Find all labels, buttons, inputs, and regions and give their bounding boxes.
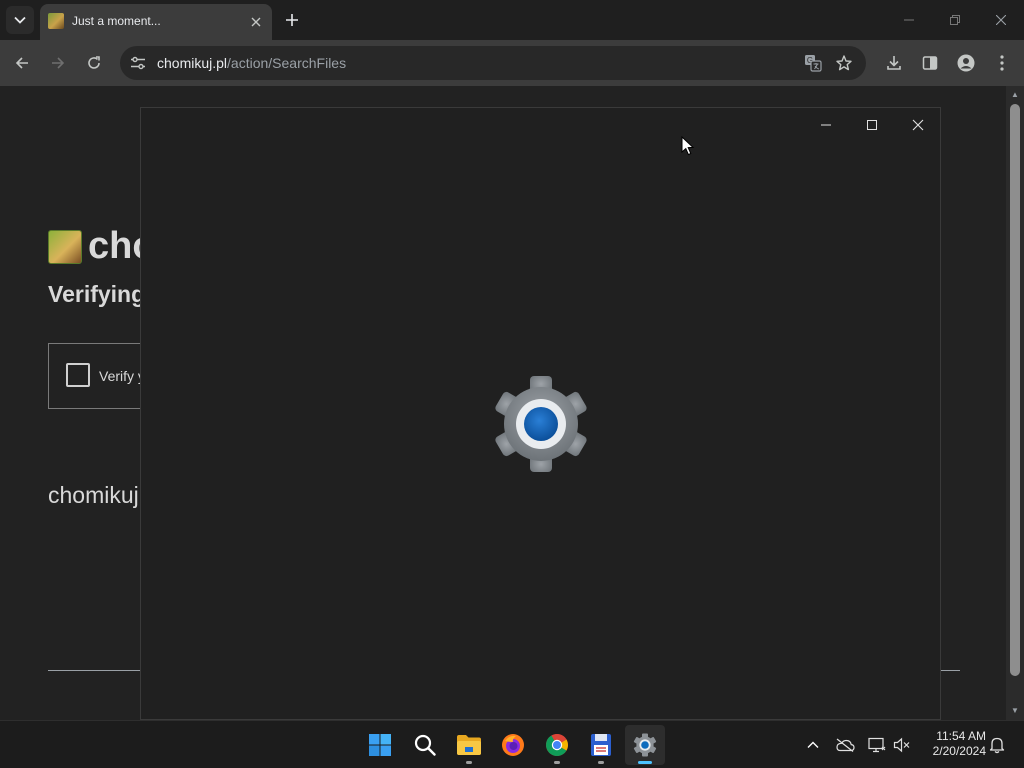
minimize-icon xyxy=(821,124,831,126)
page-domain-text: chomikuj xyxy=(48,482,139,508)
taskbar-settings[interactable] xyxy=(625,725,665,765)
scroll-thumb[interactable] xyxy=(1010,104,1020,676)
settings-close-button[interactable] xyxy=(895,108,941,142)
taskbar-chrome[interactable] xyxy=(537,725,577,765)
running-indicator xyxy=(466,761,472,764)
settings-minimize-button[interactable] xyxy=(803,108,849,142)
taskbar-clock[interactable]: 11:54 AM 2/20/2024 xyxy=(916,729,986,759)
browser-titlebar: Just a moment... xyxy=(0,0,1024,40)
show-hidden-icons-button[interactable] xyxy=(801,733,825,757)
chevron-up-icon xyxy=(807,741,819,748)
page-scrollbar[interactable]: ▲ ▼ xyxy=(1006,86,1024,720)
network-button[interactable] xyxy=(865,733,889,757)
clock-time: 11:54 AM xyxy=(936,729,986,743)
arrow-right-icon xyxy=(52,57,65,69)
taskbar-firefox[interactable] xyxy=(493,725,533,765)
captcha-label: Verify y xyxy=(99,368,145,384)
tune-icon xyxy=(131,56,145,70)
settings-gear-icon xyxy=(633,733,657,757)
settings-maximize-button[interactable] xyxy=(849,108,895,142)
taskbar-file-explorer[interactable] xyxy=(449,725,489,765)
settings-gear-icon xyxy=(495,376,587,472)
chevron-down-icon xyxy=(14,16,26,24)
tab-favicon-icon xyxy=(48,13,64,29)
new-tab-button[interactable] xyxy=(280,8,304,32)
back-button[interactable] xyxy=(9,50,35,76)
close-icon xyxy=(251,17,261,27)
site-logo-icon xyxy=(48,230,82,264)
browser-minimize-button[interactable] xyxy=(886,0,932,40)
restore-icon xyxy=(950,15,960,25)
taskbar-search-button[interactable] xyxy=(405,725,445,765)
network-icon xyxy=(868,737,886,753)
address-bar[interactable]: chomikuj.pl/action/SearchFiles G xyxy=(120,46,866,80)
site-info-button[interactable] xyxy=(128,54,148,72)
arrow-left-icon xyxy=(15,57,28,69)
start-button[interactable] xyxy=(360,725,400,765)
volume-button[interactable] xyxy=(890,733,914,757)
minimize-icon xyxy=(904,19,914,21)
reload-button[interactable] xyxy=(81,50,107,76)
running-indicator xyxy=(554,761,560,764)
side-panel-icon xyxy=(922,56,938,70)
browser-menu-button[interactable] xyxy=(989,50,1015,76)
chrome-icon xyxy=(546,734,568,756)
maximize-icon xyxy=(867,120,877,130)
side-panel-button[interactable] xyxy=(917,50,943,76)
active-app-indicator xyxy=(638,761,652,764)
clock-date: 2/20/2024 xyxy=(932,744,986,758)
notifications-button[interactable] xyxy=(985,733,1009,757)
browser-toolbar: chomikuj.pl/action/SearchFiles G xyxy=(0,40,1024,86)
verifying-heading: Verifying xyxy=(48,281,146,307)
scroll-down-arrow-icon[interactable]: ▼ xyxy=(1010,706,1020,716)
search-icon xyxy=(414,734,436,756)
download-icon xyxy=(887,56,901,70)
url-path: /action/SearchFiles xyxy=(227,55,347,71)
account-icon xyxy=(957,54,975,72)
scroll-up-arrow-icon[interactable]: ▲ xyxy=(1010,90,1020,100)
onedrive-button[interactable] xyxy=(833,733,857,757)
profile-button[interactable] xyxy=(953,50,979,76)
running-indicator xyxy=(598,761,604,764)
browser-close-button[interactable] xyxy=(978,0,1024,40)
tab-close-button[interactable] xyxy=(246,12,266,32)
url-host: chomikuj.pl xyxy=(157,55,228,71)
cloud-off-icon xyxy=(836,738,855,752)
close-icon xyxy=(912,119,924,131)
browser-restore-button[interactable] xyxy=(932,0,978,40)
folder-icon xyxy=(457,735,481,755)
settings-window xyxy=(140,107,941,720)
captcha-checkbox[interactable] xyxy=(66,363,90,387)
mouse-cursor-icon xyxy=(681,136,695,156)
floppy-disk-icon xyxy=(591,734,611,756)
speaker-muted-icon xyxy=(893,737,910,753)
taskbar: 11:54 AM 2/20/2024 xyxy=(0,720,1024,768)
url-text: chomikuj.pl/action/SearchFiles xyxy=(157,55,346,71)
star-icon xyxy=(836,55,852,71)
firefox-icon xyxy=(502,734,524,756)
translate-icon: G xyxy=(805,55,822,72)
close-icon xyxy=(996,15,1006,25)
more-vert-icon xyxy=(1000,55,1004,71)
tab-search-button[interactable] xyxy=(6,6,34,34)
browser-tab[interactable]: Just a moment... xyxy=(40,4,272,40)
windows-logo-icon xyxy=(369,734,391,756)
bell-icon xyxy=(989,737,1005,754)
taskbar-save-app[interactable] xyxy=(581,725,621,765)
translate-button[interactable]: G xyxy=(800,50,826,76)
bookmark-button[interactable] xyxy=(831,50,857,76)
plus-icon xyxy=(286,14,298,26)
forward-button[interactable] xyxy=(45,50,71,76)
tab-title: Just a moment... xyxy=(72,14,161,28)
downloads-button[interactable] xyxy=(881,50,907,76)
reload-icon xyxy=(88,56,100,69)
